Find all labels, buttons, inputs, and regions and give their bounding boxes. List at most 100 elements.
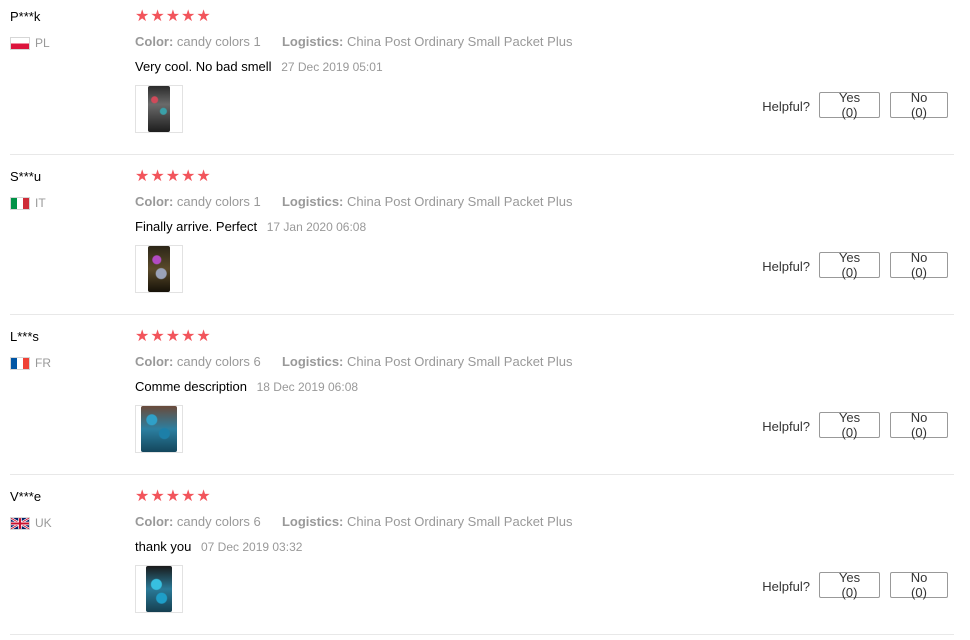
helpful-vote: Helpful? Yes (0) No (0)	[762, 570, 948, 600]
color-value: candy colors 6	[176, 514, 261, 529]
reviewer-name: P***k	[10, 9, 41, 24]
review-feedback: Very cool. No bad smell 27 Dec 2019 05:0…	[135, 59, 383, 74]
helpful-label: Helpful?	[762, 579, 810, 594]
helpful-yes-button[interactable]: Yes (0)	[819, 250, 880, 280]
star-icon: ★	[165, 8, 181, 25]
uk-flag-icon	[10, 516, 30, 530]
star-icon: ★	[181, 168, 196, 185]
logistics-label: Logistics:	[281, 354, 344, 369]
logistics-label: Logistics:	[281, 514, 344, 529]
review-item: S***u IT ★ ★ ★ ★ ★ Color: candy colors 1…	[0, 160, 970, 320]
country-code: UK	[35, 516, 52, 530]
review-date: 18 Dec 2019 06:08	[256, 380, 359, 394]
france-flag-icon	[10, 356, 30, 370]
helpful-vote: Helpful? Yes (0) No (0)	[762, 250, 948, 280]
reviewer-country: UK	[10, 515, 52, 531]
review-date: 07 Dec 2019 03:32	[201, 540, 303, 554]
review-item: V***e UK ★ ★ ★ ★ ★ Color: candy colors 6	[0, 480, 970, 640]
star-icon: ★	[135, 168, 150, 185]
review-photo-thumbnail[interactable]	[135, 565, 183, 613]
order-attributes: Color: candy colors 6 Logistics: China P…	[135, 514, 572, 529]
star-rating: ★ ★ ★ ★ ★	[135, 168, 211, 186]
review-photo	[146, 566, 172, 612]
review-photo	[141, 406, 177, 452]
order-attributes: Color: candy colors 6 Logistics: China P…	[135, 354, 572, 369]
star-icon: ★	[135, 328, 150, 345]
star-icon: ★	[165, 488, 181, 505]
color-value: candy colors 1	[176, 194, 261, 209]
star-rating: ★ ★ ★ ★ ★	[135, 328, 211, 346]
helpful-no-button[interactable]: No (0)	[890, 90, 948, 120]
reviewer-name: L***s	[10, 329, 39, 344]
review-text: Finally arrive. Perfect	[135, 219, 258, 234]
helpful-yes-button[interactable]: Yes (0)	[819, 410, 880, 440]
helpful-label: Helpful?	[762, 99, 810, 114]
reviewer-country: PL	[10, 35, 50, 51]
star-icon: ★	[196, 488, 211, 505]
review-item: P***k PL ★ ★ ★ ★ ★ Color: candy colors 1…	[0, 0, 970, 160]
logistics-label: Logistics:	[281, 194, 344, 209]
star-icon: ★	[135, 8, 150, 25]
uk-flag-graphic	[11, 517, 29, 529]
review-feedback: Comme description 18 Dec 2019 06:08	[135, 379, 358, 394]
country-code: IT	[35, 196, 46, 210]
star-rating: ★ ★ ★ ★ ★	[135, 8, 211, 26]
logistics-value: China Post Ordinary Small Packet Plus	[347, 354, 573, 369]
review-photo-thumbnail[interactable]	[135, 85, 183, 133]
color-label: Color:	[135, 34, 174, 49]
order-attributes: Color: candy colors 1 Logistics: China P…	[135, 34, 572, 49]
logistics-label: Logistics:	[281, 34, 344, 49]
star-icon: ★	[165, 168, 181, 185]
color-label: Color:	[135, 354, 174, 369]
reviewer-name: S***u	[10, 169, 42, 184]
star-icon: ★	[181, 488, 196, 505]
review-photo	[148, 86, 170, 132]
reviewer-country: FR	[10, 355, 51, 371]
logistics-value: China Post Ordinary Small Packet Plus	[347, 34, 573, 49]
star-icon: ★	[135, 488, 150, 505]
order-attributes: Color: candy colors 1 Logistics: China P…	[135, 194, 572, 209]
helpful-no-button[interactable]: No (0)	[890, 570, 948, 600]
review-feedback: Finally arrive. Perfect 17 Jan 2020 06:0…	[135, 219, 366, 234]
review-photo-thumbnail[interactable]	[135, 245, 183, 293]
review-text: Very cool. No bad smell	[135, 59, 272, 74]
poland-flag-icon	[10, 36, 30, 50]
logistics-value: China Post Ordinary Small Packet Plus	[347, 514, 573, 529]
star-rating: ★ ★ ★ ★ ★	[135, 488, 211, 506]
star-icon: ★	[181, 328, 196, 345]
helpful-no-button[interactable]: No (0)	[890, 410, 948, 440]
italy-flag-icon	[10, 196, 30, 210]
star-icon: ★	[196, 328, 211, 345]
review-list: P***k PL ★ ★ ★ ★ ★ Color: candy colors 1…	[0, 0, 970, 636]
country-code: PL	[35, 36, 50, 50]
review-photo	[148, 246, 170, 292]
review-item: L***s FR ★ ★ ★ ★ ★ Color: candy colors 6…	[0, 320, 970, 480]
star-icon: ★	[165, 328, 181, 345]
reviewer-name: V***e	[10, 489, 42, 504]
review-text: Comme description	[135, 379, 247, 394]
color-value: candy colors 1	[176, 34, 261, 49]
logistics-value: China Post Ordinary Small Packet Plus	[347, 194, 573, 209]
helpful-vote: Helpful? Yes (0) No (0)	[762, 410, 948, 440]
helpful-no-button[interactable]: No (0)	[890, 250, 948, 280]
review-text: thank you	[135, 539, 192, 554]
helpful-label: Helpful?	[762, 259, 810, 274]
review-feedback: thank you 07 Dec 2019 03:32	[135, 539, 302, 554]
star-icon: ★	[150, 168, 165, 185]
review-date: 27 Dec 2019 05:01	[281, 60, 383, 74]
star-icon: ★	[150, 8, 165, 25]
color-value: candy colors 6	[176, 354, 261, 369]
reviewer-country: IT	[10, 195, 46, 211]
review-photo-thumbnail[interactable]	[135, 405, 183, 453]
helpful-yes-button[interactable]: Yes (0)	[819, 90, 880, 120]
helpful-label: Helpful?	[762, 419, 810, 434]
star-icon: ★	[196, 8, 211, 25]
helpful-yes-button[interactable]: Yes (0)	[819, 570, 880, 600]
helpful-vote: Helpful? Yes (0) No (0)	[762, 90, 948, 120]
star-icon: ★	[196, 168, 211, 185]
star-icon: ★	[181, 8, 196, 25]
star-icon: ★	[150, 488, 165, 505]
country-code: FR	[35, 356, 51, 370]
color-label: Color:	[135, 194, 174, 209]
color-label: Color:	[135, 514, 174, 529]
